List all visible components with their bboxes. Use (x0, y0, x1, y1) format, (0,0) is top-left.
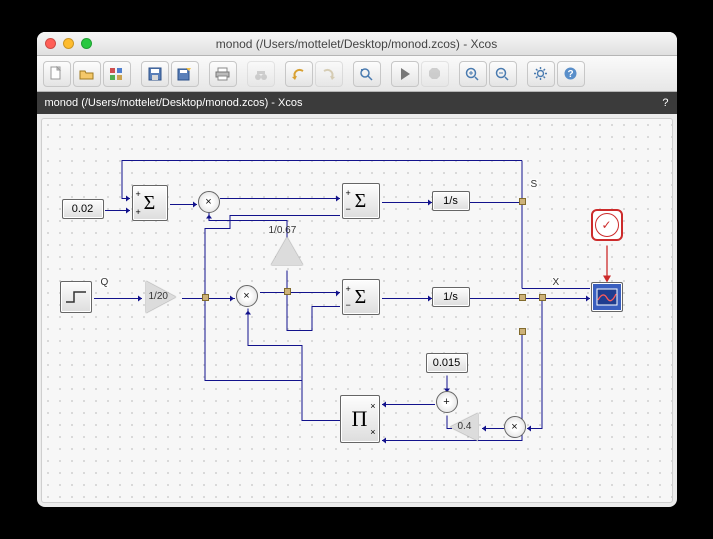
settings-icon[interactable] (527, 61, 555, 87)
signal-label-q: Q (100, 277, 110, 288)
new-file-icon[interactable] (43, 61, 71, 87)
sigma-icon: Σ (355, 190, 367, 213)
zoom-fit-icon[interactable] (353, 61, 381, 87)
zoom-out-icon[interactable] (489, 61, 517, 87)
integrator-block-top[interactable]: 1/s (432, 191, 470, 211)
gain-label: 0.4 (458, 421, 472, 432)
zoom-icon[interactable] (81, 38, 92, 49)
gain-label: 1/0.67 (269, 225, 297, 236)
sigma-icon: Σ (144, 192, 156, 215)
node-port (202, 294, 209, 301)
constant-value: 0.015 (433, 357, 461, 369)
tab-bar[interactable]: monod (/Users/mottelet/Desktop/monod.zco… (37, 92, 677, 114)
redo-icon[interactable] (315, 61, 343, 87)
svg-text:?: ? (567, 69, 573, 80)
run-icon[interactable] (391, 61, 419, 87)
integrator-label: 1/s (443, 291, 458, 303)
product-block[interactable]: × (198, 191, 220, 213)
constant-block-0.02[interactable]: 0.02 (62, 199, 104, 219)
node-port (519, 198, 526, 205)
bigprod-block[interactable]: Π × × (340, 395, 380, 443)
node-port (519, 328, 526, 335)
scope-block[interactable] (591, 282, 623, 312)
constant-block-0.015[interactable]: 0.015 (426, 353, 468, 373)
undo-icon[interactable] (285, 61, 313, 87)
sum-round-block[interactable]: + (436, 391, 458, 413)
minimize-icon[interactable] (63, 38, 74, 49)
signal-label-s: S (530, 179, 539, 190)
stop-icon[interactable] (421, 61, 449, 87)
help-icon[interactable]: ? (557, 61, 585, 87)
titlebar[interactable]: monod (/Users/mottelet/Desktop/monod.zco… (37, 32, 677, 56)
save-as-icon[interactable] (171, 61, 199, 87)
blocks-icon[interactable] (103, 61, 131, 87)
node-port (539, 294, 546, 301)
sum-block-top[interactable]: Σ + − (342, 183, 380, 219)
app-window: monod (/Users/mottelet/Desktop/monod.zco… (37, 32, 677, 507)
constant-value: 0.02 (72, 203, 93, 215)
zoom-in-icon[interactable] (459, 61, 487, 87)
sigma-icon: Σ (355, 286, 367, 309)
tab-help-marker[interactable]: ? (662, 97, 668, 109)
integrator-block-mid[interactable]: 1/s (432, 287, 470, 307)
step-block[interactable] (60, 281, 92, 313)
sum-block-mid[interactable]: Σ + − (342, 279, 380, 315)
product-block[interactable]: × (504, 416, 526, 438)
product-block[interactable]: × (236, 285, 258, 307)
window-title: monod (/Users/mottelet/Desktop/monod.zco… (45, 37, 669, 51)
node-port (519, 294, 526, 301)
bigsum-block[interactable]: Σ + + (132, 185, 168, 221)
scope-icon (596, 288, 618, 306)
tab-title[interactable]: monod (/Users/mottelet/Desktop/monod.zco… (45, 97, 303, 109)
gain-label: 1/20 (149, 291, 168, 302)
open-icon[interactable] (73, 61, 101, 87)
print-icon[interactable] (209, 61, 237, 87)
pi-icon: Π (352, 406, 368, 432)
window-controls[interactable] (45, 38, 92, 49)
clock-block[interactable] (591, 209, 623, 241)
node-port (284, 288, 291, 295)
step-icon (65, 289, 87, 305)
diagram-canvas[interactable]: 0.02 Σ + + × Σ + − 1/s 1/20 × 1/0.67 Σ (41, 118, 673, 503)
integrator-label: 1/s (443, 195, 458, 207)
signal-label-x: X (552, 277, 561, 288)
save-icon[interactable] (141, 61, 169, 87)
toolbar: ? (37, 56, 677, 92)
unknown-disabled-icon[interactable] (247, 61, 275, 87)
gain-block-1-067[interactable] (271, 237, 303, 265)
close-icon[interactable] (45, 38, 56, 49)
